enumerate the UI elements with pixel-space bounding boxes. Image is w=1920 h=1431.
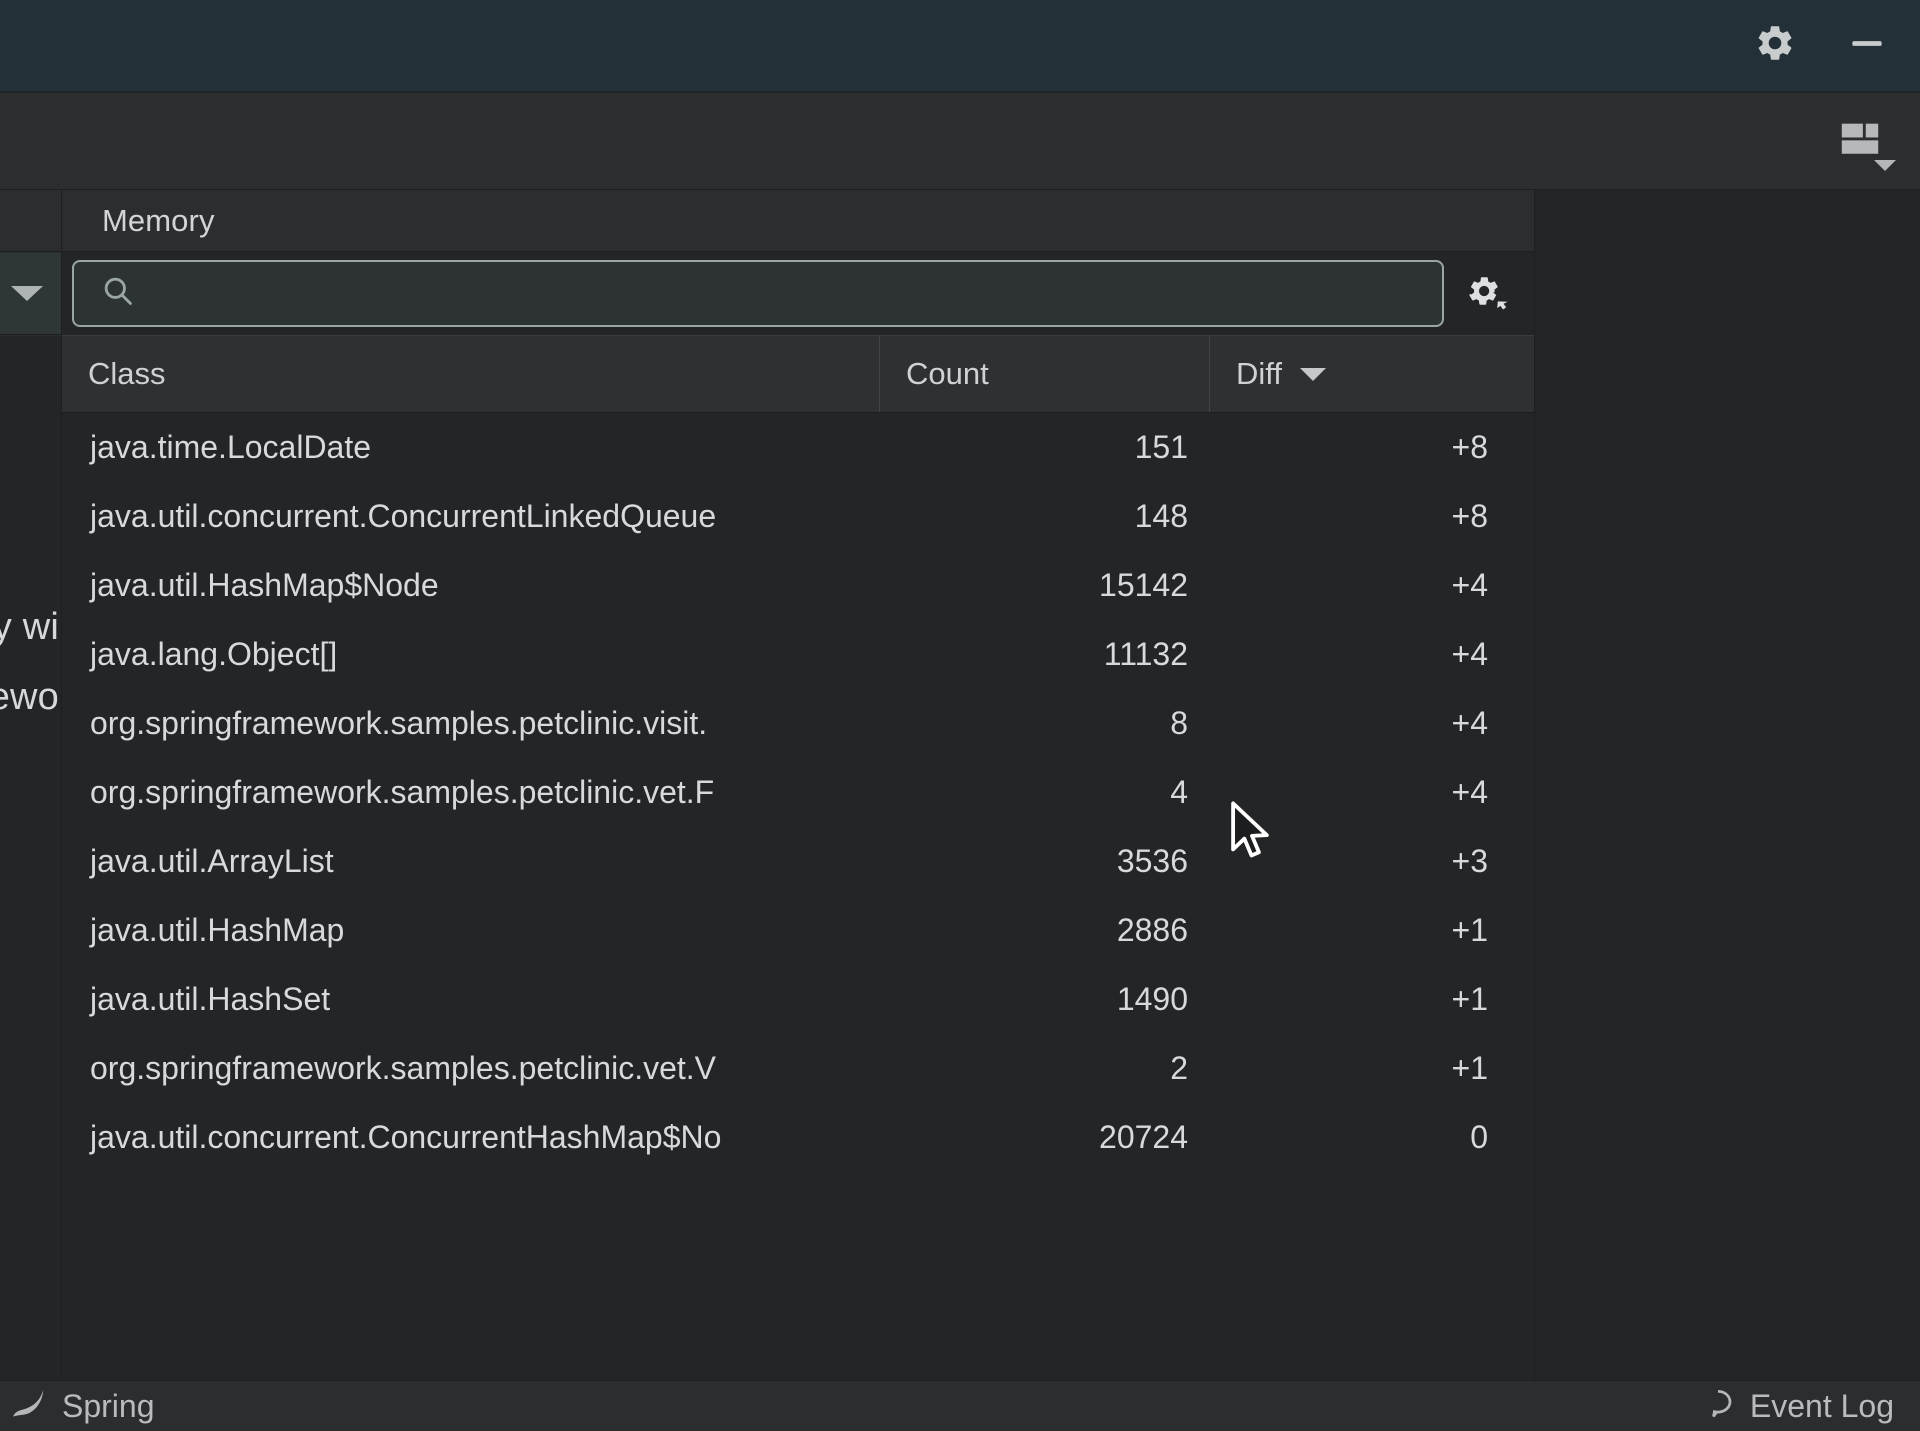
layout-grid-icon <box>1837 116 1883 167</box>
window-titlebar <box>0 0 1920 92</box>
event-log-icon <box>1700 1386 1736 1427</box>
chevron-down-icon <box>11 286 43 301</box>
cell-class: org.springframework.samples.petclinic.vi… <box>62 705 880 742</box>
table-row[interactable]: java.util.HashSet1490+1 <box>62 965 1534 1034</box>
left-strip-content: y wi ewo <box>0 336 61 1380</box>
cell-class: java.util.concurrent.ConcurrentLinkedQue… <box>62 498 880 535</box>
memory-class-table: Class Count Diff java.time.LocalDate151+… <box>62 335 1534 1423</box>
memory-panel: Memory <box>62 190 1535 1380</box>
gear-dropdown-icon <box>1460 267 1514 320</box>
search-icon <box>100 273 136 314</box>
cell-class: java.util.concurrent.ConcurrentHashMap$N… <box>62 1119 880 1156</box>
tab-memory[interactable]: Memory <box>102 203 215 239</box>
sort-desc-caret-icon <box>1300 368 1326 381</box>
cell-count: 151 <box>880 429 1210 466</box>
cell-diff: +3 <box>1210 843 1534 880</box>
spring-leaf-icon <box>10 1385 48 1428</box>
cell-diff: +1 <box>1210 981 1534 1018</box>
column-header-count-label: Count <box>906 356 989 392</box>
search-field-wrapper[interactable] <box>72 260 1444 327</box>
table-row[interactable]: java.util.concurrent.ConcurrentHashMap$N… <box>62 1103 1534 1172</box>
left-side-strip: y wi ewo <box>0 190 62 1380</box>
cell-class: java.lang.Object[] <box>62 636 880 673</box>
panel-toolbar <box>0 93 1920 190</box>
layout-options-button[interactable] <box>1828 109 1892 173</box>
left-strip-dropdown[interactable] <box>0 253 61 335</box>
clipped-text-fragment-1: y wi <box>0 606 59 649</box>
table-row[interactable]: java.util.concurrent.ConcurrentLinkedQue… <box>62 482 1534 551</box>
cell-count: 1490 <box>880 981 1210 1018</box>
cell-count: 2886 <box>880 912 1210 949</box>
status-spring-label: Spring <box>62 1388 155 1425</box>
table-row[interactable]: java.lang.Object[]11132+4 <box>62 620 1534 689</box>
column-header-class-label: Class <box>88 356 166 392</box>
cell-count: 11132 <box>880 636 1210 673</box>
cell-class: java.time.LocalDate <box>62 429 880 466</box>
settings-button[interactable] <box>1752 23 1798 69</box>
memory-profiler-window: y wi ewo Memory <box>0 0 1920 1431</box>
table-body: java.time.LocalDate151+8 java.util.concur… <box>62 413 1534 1423</box>
cell-count: 15142 <box>880 567 1210 604</box>
cell-class: org.springframework.samples.petclinic.ve… <box>62 774 880 811</box>
right-gutter <box>1536 190 1920 1380</box>
table-row[interactable]: java.util.HashMap2886+1 <box>62 896 1534 965</box>
cell-class: java.util.HashMap <box>62 912 880 949</box>
cell-diff: +4 <box>1210 705 1534 742</box>
table-header-row: Class Count Diff <box>62 335 1534 413</box>
column-header-class[interactable]: Class <box>62 336 880 412</box>
table-row[interactable]: org.springframework.samples.petclinic.ve… <box>62 758 1534 827</box>
status-bar: Spring Event Log <box>0 1380 1920 1431</box>
memory-search-row <box>62 252 1534 335</box>
column-header-diff[interactable]: Diff <box>1210 336 1534 412</box>
titlebar-actions <box>1752 23 1890 69</box>
table-row[interactable]: java.util.HashMap$Node15142+4 <box>62 551 1534 620</box>
status-spring-item[interactable]: Spring <box>10 1385 155 1428</box>
column-header-diff-label: Diff <box>1236 356 1282 392</box>
left-strip-top-cell <box>0 190 61 252</box>
chevron-down-icon <box>1874 160 1896 171</box>
search-input[interactable] <box>152 277 1442 310</box>
cell-class: java.util.ArrayList <box>62 843 880 880</box>
cell-diff: +4 <box>1210 636 1534 673</box>
memory-tabbar: Memory <box>62 190 1534 252</box>
table-row[interactable]: org.springframework.samples.petclinic.vi… <box>62 689 1534 758</box>
gear-icon <box>1754 22 1796 69</box>
status-event-log-label: Event Log <box>1750 1388 1894 1425</box>
cell-diff: +1 <box>1210 1050 1534 1087</box>
table-row[interactable]: java.util.ArrayList3536+3 <box>62 827 1534 896</box>
minimize-button[interactable] <box>1844 23 1890 69</box>
cell-diff: +4 <box>1210 567 1534 604</box>
clipped-text-fragment-2: ewo <box>0 676 59 719</box>
cell-diff: +4 <box>1210 774 1534 811</box>
cell-diff: +8 <box>1210 429 1534 466</box>
minimize-icon <box>1845 21 1889 70</box>
cell-class: org.springframework.samples.petclinic.ve… <box>62 1050 880 1087</box>
table-row[interactable]: java.time.LocalDate151+8 <box>62 413 1534 482</box>
cell-diff: 0 <box>1210 1119 1534 1156</box>
cell-class: java.util.HashSet <box>62 981 880 1018</box>
cell-diff: +8 <box>1210 498 1534 535</box>
cell-class: java.util.HashMap$Node <box>62 567 880 604</box>
column-header-count[interactable]: Count <box>880 336 1210 412</box>
cell-diff: +1 <box>1210 912 1534 949</box>
table-row[interactable]: org.springframework.samples.petclinic.ve… <box>62 1034 1534 1103</box>
status-event-log-item[interactable]: Event Log <box>1700 1386 1894 1427</box>
cell-count: 4 <box>880 774 1210 811</box>
cell-count: 3536 <box>880 843 1210 880</box>
memory-settings-button[interactable] <box>1448 260 1526 327</box>
cell-count: 20724 <box>880 1119 1210 1156</box>
cell-count: 148 <box>880 498 1210 535</box>
cell-count: 2 <box>880 1050 1210 1087</box>
cell-count: 8 <box>880 705 1210 742</box>
